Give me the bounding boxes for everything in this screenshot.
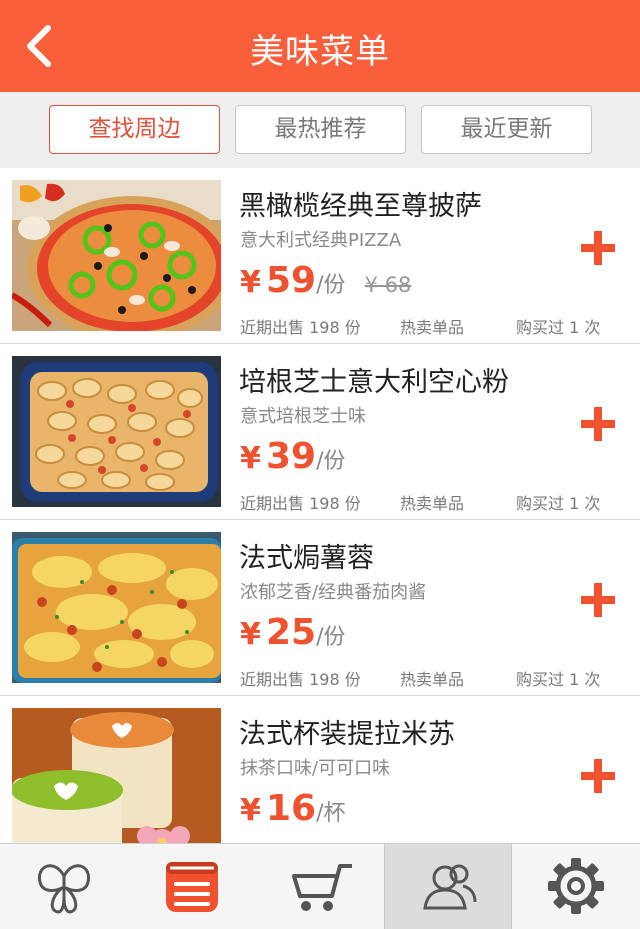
original-price: ¥ 68 [364, 273, 412, 297]
price-value: 39 [265, 436, 317, 477]
page-title: 美味菜单 [250, 32, 390, 72]
add-icon[interactable] [578, 580, 618, 620]
sold-count: 近期出售 198 份 [240, 670, 361, 689]
tab-nearby[interactable]: 查找周边 [49, 105, 220, 154]
bought-count: 购买过 1 次 [516, 494, 601, 513]
butterfly-icon [37, 864, 91, 914]
nav-settings[interactable] [512, 844, 640, 929]
bought-count: 购买过 1 次 [516, 670, 601, 689]
menu-list-icon [166, 862, 218, 912]
add-icon[interactable] [578, 228, 618, 268]
currency-symbol: ¥ [240, 265, 261, 300]
bought-count: 购买过 1 次 [516, 318, 601, 337]
nav-menu[interactable] [128, 844, 256, 929]
price-unit: /份 [316, 449, 346, 474]
item-description: 浓郁芝香/经典番茄肉酱 [240, 582, 427, 603]
hot-badge: 热卖单品 [400, 670, 465, 689]
item-price: ¥ 59/份 ¥ 68 [240, 260, 411, 301]
list-item[interactable]: 培根芝士意大利空心粉 意式培根芝士味 ¥ 39/份 近期出售 198 份 热卖单… [0, 344, 640, 520]
add-icon[interactable] [578, 404, 618, 444]
price-value: 16 [265, 788, 317, 829]
list-item[interactable]: 黑橄榄经典至尊披萨 意大利式经典PIZZA ¥ 59/份 ¥ 68 近期出售 1… [0, 168, 640, 344]
item-description: 抹茶口味/可可口味 [240, 758, 391, 779]
currency-symbol: ¥ [240, 617, 261, 652]
item-name: 法式焗薯蓉 [239, 543, 374, 574]
gear-icon [548, 858, 604, 914]
item-price: ¥ 25/份 [240, 612, 346, 653]
sold-count: 近期出售 198 份 [240, 318, 361, 337]
tab-recent-update[interactable]: 最近更新 [421, 105, 592, 154]
tiramisu-image [12, 708, 221, 859]
item-description: 意式培根芝士味 [240, 406, 366, 427]
item-price: ¥ 39/份 [240, 436, 346, 477]
item-price: ¥ 16/杯 [240, 788, 346, 829]
price-value: 25 [265, 612, 317, 653]
hot-badge: 热卖单品 [400, 494, 465, 513]
app-header: 美味菜单 [0, 0, 640, 92]
currency-symbol: ¥ [240, 793, 261, 828]
tab-hot-recommend[interactable]: 最热推荐 [235, 105, 406, 154]
hot-badge: 热卖单品 [400, 318, 465, 337]
nav-home[interactable] [0, 844, 128, 929]
price-unit: /份 [316, 625, 346, 650]
pasta-image [12, 356, 221, 507]
sold-count: 近期出售 198 份 [240, 494, 361, 513]
item-name: 法式杯装提拉米苏 [239, 719, 455, 750]
currency-symbol: ¥ [240, 441, 261, 476]
nav-cart[interactable] [256, 844, 384, 929]
price-unit: /份 [316, 273, 346, 298]
add-icon[interactable] [578, 756, 618, 796]
item-name: 黑橄榄经典至尊披萨 [239, 191, 482, 222]
gratin-image [12, 532, 221, 683]
nav-user[interactable] [384, 844, 512, 929]
price-value: 59 [265, 260, 317, 301]
list-item[interactable]: 法式焗薯蓉 浓郁芝香/经典番茄肉酱 ¥ 25/份 近期出售 198 份 热卖单品… [0, 520, 640, 696]
user-icon [423, 864, 477, 910]
bottom-nav-bar [0, 843, 640, 929]
item-description: 意大利式经典PIZZA [240, 230, 402, 251]
cart-icon [292, 864, 352, 911]
item-name: 培根芝士意大利空心粉 [239, 367, 509, 398]
price-unit: /杯 [316, 801, 346, 826]
filter-tab-bar: 查找周边 最热推荐 最近更新 [0, 92, 640, 168]
pizza-image [12, 180, 221, 331]
